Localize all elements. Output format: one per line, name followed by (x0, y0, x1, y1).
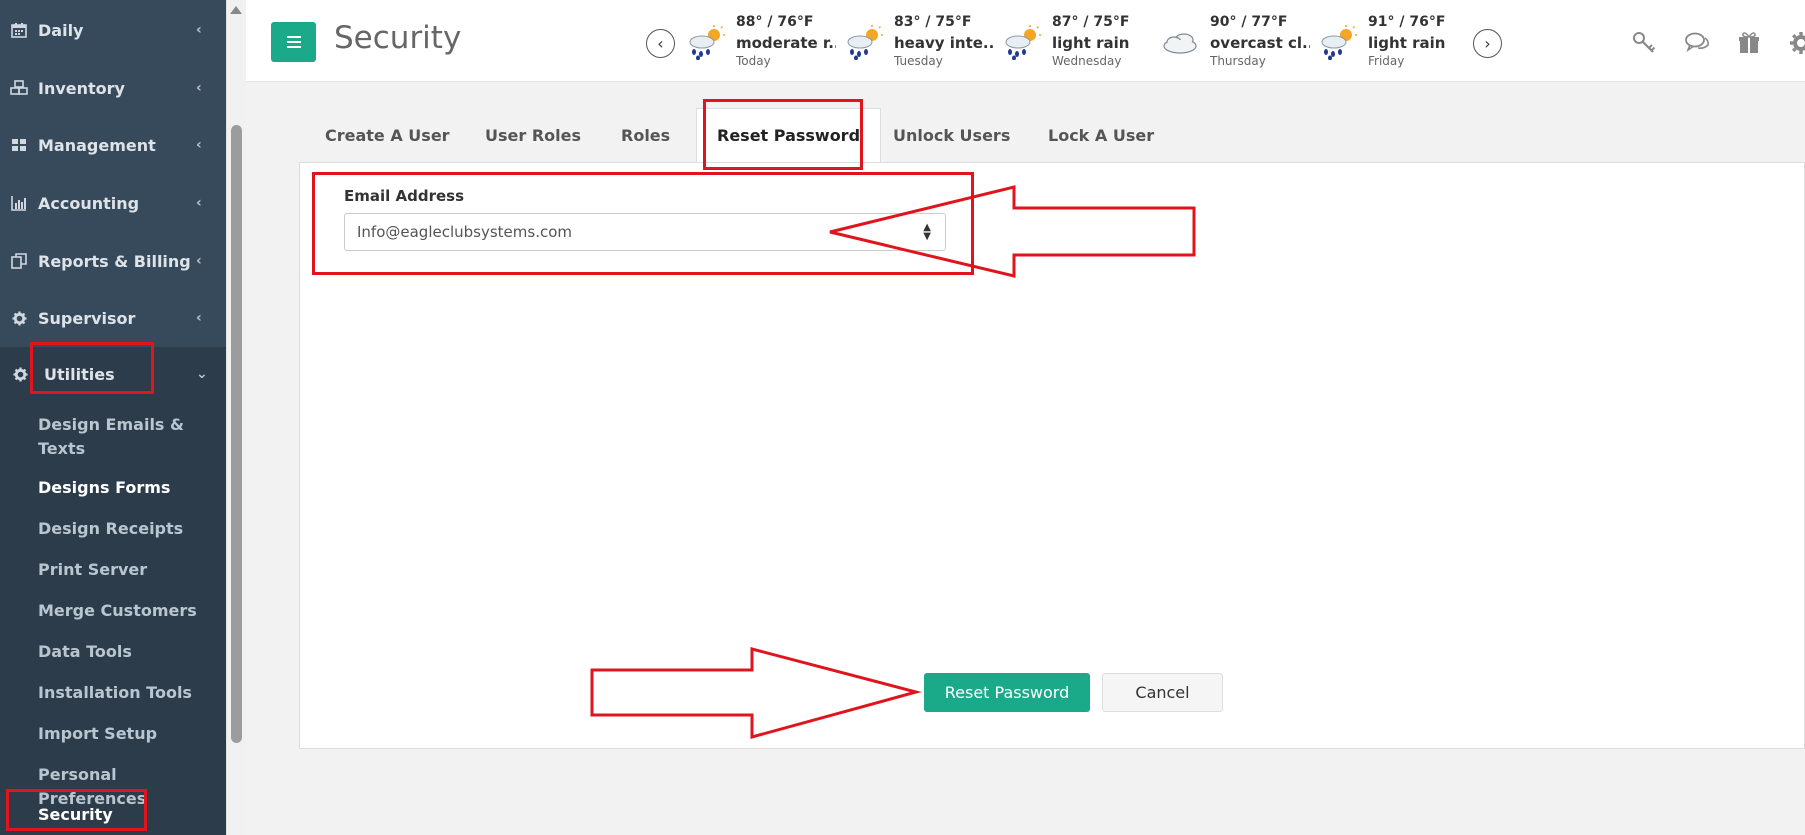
weather-day: 83° / 75°F heavy inte... Tuesday (842, 12, 1002, 72)
weather-desc: overcast cl... (1210, 34, 1310, 52)
nav-accounting[interactable]: Accounting ‹ (0, 176, 226, 230)
submenu-data-tools[interactable]: Data Tools (38, 640, 223, 664)
settings-gear-icon[interactable] (1788, 30, 1805, 56)
hamburger-menu-button[interactable] (271, 22, 316, 62)
scrollbar-thumb[interactable] (231, 125, 242, 743)
nav-daily[interactable]: Daily ‹ (0, 3, 226, 57)
rain-sun-icon (1005, 25, 1041, 60)
scroll-up-arrow-icon[interactable] (230, 6, 242, 14)
nav-label: Inventory (38, 78, 125, 98)
weather-day-label: Today (736, 54, 771, 68)
weather-desc: heavy inte... (894, 34, 994, 52)
weather-day-label: Friday (1368, 54, 1405, 68)
annotation-box-utilities (30, 342, 154, 394)
chat-icon[interactable] (1684, 30, 1710, 56)
copy-icon (0, 253, 38, 269)
annotation-box-reset-tab (703, 99, 863, 170)
submenu-designs-forms[interactable]: Designs Forms (38, 476, 223, 500)
chevron-left-icon: ‹ (196, 137, 202, 153)
rain-sun-icon (847, 25, 883, 60)
chevron-left-icon: ‹ (196, 195, 202, 211)
sidebar: Daily ‹ Inventory ‹ Management ‹ Account… (0, 0, 226, 835)
nav-label: Accounting (38, 193, 140, 213)
nav-label: Daily (38, 20, 84, 40)
submenu-import-setup[interactable]: Import Setup (38, 722, 223, 746)
reset-password-button[interactable]: Reset Password (924, 673, 1090, 712)
weather-prev-button[interactable]: ‹ (646, 29, 675, 58)
gift-icon[interactable] (1736, 30, 1762, 56)
weather-day-label: Tuesday (894, 54, 943, 68)
weather-temp: 88° / 76°F (736, 14, 814, 30)
tab-create-a-user[interactable]: Create A User (305, 108, 470, 162)
annotation-box-security (6, 789, 147, 831)
tab-user-roles[interactable]: User Roles (465, 108, 601, 162)
chevron-left-icon: ‹ (196, 253, 202, 269)
bar-chart-icon (0, 195, 38, 211)
nav-label: Management (38, 135, 156, 155)
chevron-down-icon: ⌄ (196, 366, 208, 382)
cloud-icon (1163, 33, 1197, 54)
rain-sun-icon (689, 25, 725, 60)
submenu-installation-tools[interactable]: Installation Tools (38, 681, 223, 705)
weather-next-button[interactable]: › (1473, 29, 1502, 58)
rain-sun-icon (1321, 25, 1357, 60)
annotation-box-email (312, 172, 974, 275)
nav-reports-billing[interactable]: Reports & Billing ‹ (0, 234, 226, 288)
nav-supervisor[interactable]: Supervisor ‹ (0, 291, 226, 345)
chevron-left-icon: ‹ (196, 22, 202, 38)
nav-management[interactable]: Management ‹ (0, 118, 226, 172)
tab-unlock-users[interactable]: Unlock Users (873, 108, 1030, 162)
nav-inventory[interactable]: Inventory ‹ (0, 61, 226, 115)
utilities-submenu: Design Emails & Texts Designs Forms Desi… (0, 401, 226, 835)
boxes-icon (0, 80, 38, 96)
nav-label: Reports & Billing (38, 251, 191, 271)
weather-day: 88° / 76°F moderate r... Today (684, 12, 844, 72)
submenu-merge-customers[interactable]: Merge Customers (38, 599, 223, 623)
weather-desc: moderate r... (736, 34, 836, 52)
chevron-left-icon: ‹ (657, 34, 664, 53)
sidebar-scrollbar[interactable] (226, 0, 246, 835)
tab-roles[interactable]: Roles (601, 108, 690, 162)
weather-temp: 90° / 77°F (1210, 14, 1288, 30)
weather-desc: light rain (1052, 34, 1130, 52)
chevron-right-icon: › (1484, 34, 1491, 53)
top-header: Security ‹ 88° / 76°F moderate r... Toda… (246, 0, 1805, 82)
weather-day: 90° / 77°F overcast cl... Thursday (1158, 12, 1318, 72)
gear-icon (0, 310, 38, 326)
grid-icon (0, 137, 38, 153)
tab-lock-a-user[interactable]: Lock A User (1028, 108, 1174, 162)
cancel-button[interactable]: Cancel (1102, 673, 1223, 712)
nav-label: Supervisor (38, 308, 136, 328)
calendar-icon (0, 22, 38, 38)
chevron-left-icon: ‹ (196, 310, 202, 326)
weather-temp: 91° / 76°F (1368, 14, 1446, 30)
weather-day: 87° / 75°F light rain Wednesday (1000, 12, 1160, 72)
weather-day-label: Wednesday (1052, 54, 1122, 68)
submenu-design-receipts[interactable]: Design Receipts (38, 517, 223, 541)
page-title: Security (334, 20, 462, 56)
submenu-design-emails-texts[interactable]: Design Emails & Texts (38, 413, 223, 461)
weather-day: 91° / 76°F light rain Friday (1316, 12, 1476, 72)
weather-day-label: Thursday (1210, 54, 1266, 68)
weather-desc: light rain (1368, 34, 1446, 52)
weather-temp: 83° / 75°F (894, 14, 972, 30)
chevron-left-icon: ‹ (196, 80, 202, 96)
submenu-print-server[interactable]: Print Server (38, 558, 223, 582)
weather-temp: 87° / 75°F (1052, 14, 1130, 30)
key-icon[interactable] (1631, 30, 1657, 56)
